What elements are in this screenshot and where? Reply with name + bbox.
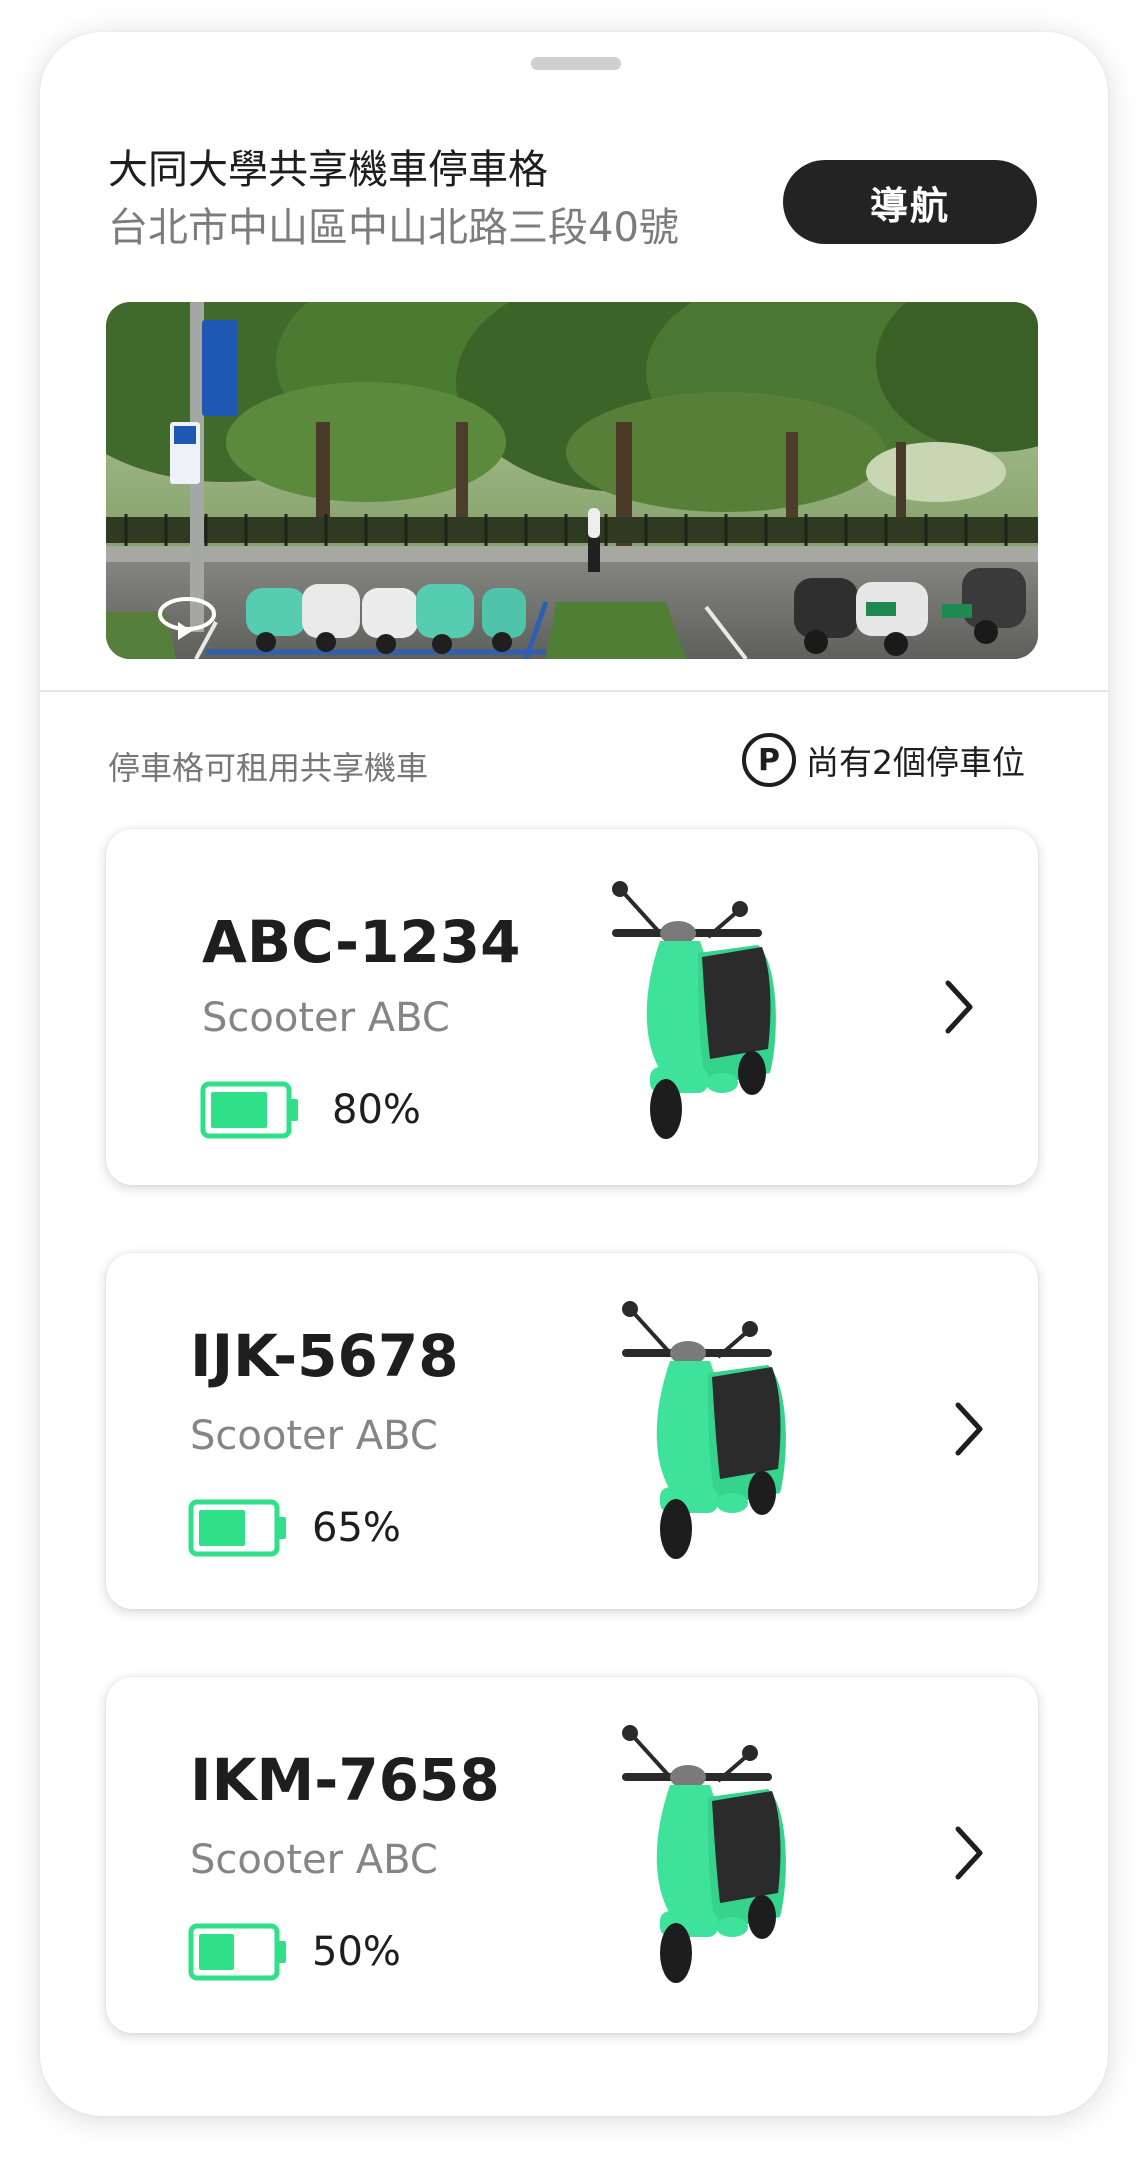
section-divider — [40, 690, 1108, 692]
battery-percentage: 80% — [332, 1087, 421, 1133]
place-address: 台北市中山區中山北路三段40號 — [108, 205, 679, 251]
bottom-sheet: 大同大學共享機車停車格 台北市中山區中山北路三段40號 導航 停車格可租用共享機… — [40, 32, 1108, 2116]
sheet-grabber-handle[interactable] — [531, 57, 621, 70]
scooter-plate: ABC-1234 — [202, 908, 521, 976]
available-scooters-label: 停車格可租用共享機車 — [108, 749, 429, 787]
chevron-right-icon[interactable] — [948, 1823, 988, 1883]
scooter-model: Scooter ABC — [190, 1413, 438, 1459]
scooter-image — [622, 1725, 786, 1983]
chevron-right-icon[interactable] — [948, 1399, 988, 1459]
scooter-card[interactable]: IKM-7658 Scooter ABC 50% — [106, 1677, 1038, 2033]
scooter-card[interactable]: IJK-5678 Scooter ABC 65% — [106, 1253, 1038, 1609]
parking-spaces-text: 尚有2個停車位 — [806, 743, 1025, 782]
scooter-image — [612, 881, 776, 1139]
place-title: 大同大學共享機車停車格 — [108, 147, 548, 193]
scooter-model: Scooter ABC — [202, 995, 450, 1041]
battery-icon — [188, 1499, 286, 1557]
chevron-right-icon[interactable] — [938, 977, 978, 1037]
scooter-plate: IJK-5678 — [190, 1322, 459, 1390]
panorama-360-icon[interactable] — [156, 592, 218, 642]
street-photo-illustration — [106, 302, 1038, 659]
parking-photo[interactable] — [106, 302, 1038, 659]
battery-percentage: 50% — [312, 1929, 401, 1975]
battery-percentage: 65% — [312, 1505, 401, 1551]
navigate-button[interactable]: 導航 — [783, 160, 1037, 244]
battery-icon — [200, 1081, 298, 1139]
scooter-model: Scooter ABC — [190, 1837, 438, 1883]
parking-availability: P 尚有2個停車位 — [742, 730, 1025, 790]
parking-p-icon: P — [742, 733, 796, 787]
battery-icon — [188, 1923, 286, 1981]
scooter-card[interactable]: ABC-1234 Scooter ABC 80% — [106, 829, 1038, 1185]
scooter-image — [622, 1301, 786, 1559]
scooter-plate: IKM-7658 — [190, 1746, 500, 1814]
